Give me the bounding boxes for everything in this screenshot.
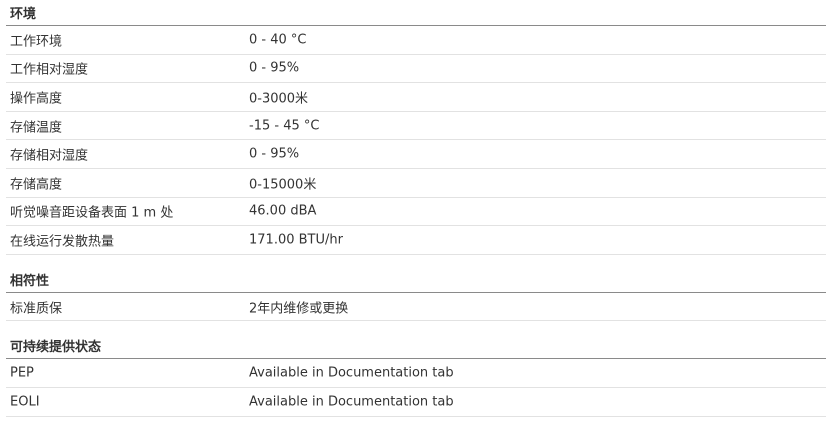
spec-label: 存储相对湿度 [10,148,89,164]
spec-value: 46.00 dBA [249,203,317,219]
spec-label: EOLI [10,394,40,410]
spec-row: PEP Available in Documentation tab [6,359,826,388]
spec-value: Available in Documentation tab [249,394,454,410]
spec-row: 存储高度 0-15000米 [6,169,826,198]
spec-label: 在线运行发散热量 [10,234,115,250]
spec-value: -15 - 45 °C [249,118,320,134]
section-conformity: 相符性 标准质保 2年内维修或更换 [6,267,826,322]
section-header: 相符性 [6,267,826,293]
section-title: 相符性 [10,273,50,289]
spec-value: 0-15000米 [249,177,317,193]
spec-label: 存储高度 [10,177,63,193]
section-header: 可持续提供状态 [6,333,826,360]
spec-value: 0 - 95% [249,60,300,76]
spec-value: Available in Documentation tab [249,365,454,381]
spec-label: 存储温度 [10,120,63,136]
spec-row: 标准质保 2年内维修或更换 [6,293,826,322]
spec-value: 0 - 40 °C [249,32,307,48]
spec-label: 工作相对湿度 [10,62,89,78]
section-header: 环境 [6,0,826,26]
spec-row: 存储温度 -15 - 45 °C [6,112,826,141]
spec-label: 工作环境 [10,34,63,50]
spec-value: 0 - 95% [249,146,300,162]
spec-value: 0-3000米 [249,91,309,107]
section-environment: 环境 工作环境 0 - 40 °C 工作相对湿度 0 - 95% 操作高度 0-… [6,0,826,255]
spec-label: 操作高度 [10,91,63,107]
spec-label: PEP [10,365,34,381]
spec-row: 在线运行发散热量 171.00 BTU/hr [6,226,826,255]
specifications-table: 环境 工作环境 0 - 40 °C 工作相对湿度 0 - 95% 操作高度 0-… [6,0,826,417]
spec-row: 存储相对湿度 0 - 95% [6,140,826,169]
section-title: 环境 [10,7,37,22]
spec-value: 171.00 BTU/hr [249,232,343,248]
spec-row: EOLI Available in Documentation tab [6,388,826,417]
spec-row: 工作环境 0 - 40 °C [6,26,826,55]
section-sustainability: 可持续提供状态 PEP Available in Documentation t… [6,333,826,417]
spec-row: 工作相对湿度 0 - 95% [6,55,826,84]
spec-value: 2年内维修或更换 [249,301,349,317]
spec-label: 标准质保 [10,301,63,317]
section-title: 可持续提供状态 [10,340,102,356]
spec-row: 听觉噪音距设备表面 1 m 处 46.00 dBA [6,198,826,227]
spec-label: 听觉噪音距设备表面 1 m 处 [10,205,174,221]
spec-row: 操作高度 0-3000米 [6,83,826,112]
